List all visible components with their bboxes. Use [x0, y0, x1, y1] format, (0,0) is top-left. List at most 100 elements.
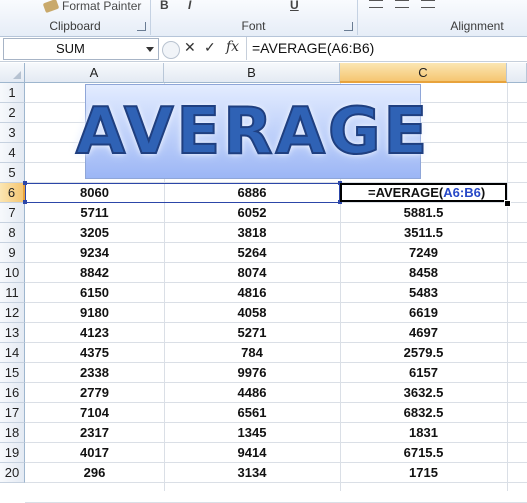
range-handle[interactable] — [23, 200, 27, 204]
cell-a14[interactable]: 4375 — [25, 343, 164, 363]
bold-button[interactable]: B — [160, 0, 169, 12]
clipboard-group-label: Clipboard — [49, 19, 101, 33]
cell-c15[interactable]: 6157 — [340, 363, 507, 383]
row-header-19[interactable]: 19 — [0, 443, 25, 463]
row-header-10[interactable]: 10 — [0, 263, 25, 283]
column-header-a[interactable]: A — [25, 63, 164, 83]
range-handle[interactable] — [23, 181, 27, 185]
name-box[interactable]: SUM — [3, 38, 159, 60]
cell-a10[interactable]: 8842 — [25, 263, 164, 283]
cancel-icon[interactable]: ✕ — [184, 39, 196, 56]
cell-b16[interactable]: 4486 — [164, 383, 340, 403]
row-header-11[interactable]: 11 — [0, 283, 25, 303]
column-header-d[interactable] — [507, 63, 527, 83]
align-left-icon[interactable] — [369, 0, 383, 8]
column-header-c[interactable]: C — [340, 63, 507, 83]
clipboard-dialog-launcher-icon[interactable] — [137, 22, 146, 31]
cell-a11[interactable]: 6150 — [25, 283, 164, 303]
cell-b13[interactable]: 5271 — [164, 323, 340, 343]
row-header-20[interactable]: 20 — [0, 463, 25, 483]
row-header-13[interactable]: 13 — [0, 323, 25, 343]
underline-button[interactable]: U — [290, 0, 299, 12]
wordart-banner[interactable]: AVERAGE — [75, 84, 428, 179]
row-header-17[interactable]: 17 — [0, 403, 25, 423]
alignment-group: Alignment — [357, 0, 527, 35]
select-all-button[interactable] — [0, 63, 25, 83]
formula-suffix: ) — [480, 185, 486, 200]
cell-c12[interactable]: 6619 — [340, 303, 507, 323]
italic-button[interactable]: I — [188, 0, 191, 12]
formula-bar-handle-icon[interactable] — [162, 41, 180, 59]
grid-line — [507, 83, 508, 491]
cell-c9[interactable]: 7249 — [340, 243, 507, 263]
cell-a8[interactable]: 3205 — [25, 223, 164, 243]
cell-c16[interactable]: 3632.5 — [340, 383, 507, 403]
cell-b12[interactable]: 4058 — [164, 303, 340, 323]
align-center-icon[interactable] — [395, 0, 409, 8]
cell-b18[interactable]: 1345 — [164, 423, 340, 443]
row-header-1[interactable]: 1 — [0, 83, 25, 103]
formula-range-highlight — [25, 183, 340, 203]
formula-range-ref: A6:B6 — [443, 185, 481, 200]
cell-b11[interactable]: 4816 — [164, 283, 340, 303]
cell-c11[interactable]: 5483 — [340, 283, 507, 303]
cell-b19[interactable]: 9414 — [164, 443, 340, 463]
cell-c14[interactable]: 2579.5 — [340, 343, 507, 363]
cell-b7[interactable]: 6052 — [164, 203, 340, 223]
fill-handle[interactable] — [504, 200, 511, 207]
cell-a15[interactable]: 2338 — [25, 363, 164, 383]
cell-b20[interactable]: 3134 — [164, 463, 340, 483]
cell-a19[interactable]: 4017 — [25, 443, 164, 463]
row-header-9[interactable]: 9 — [0, 243, 25, 263]
format-painter-button[interactable]: Format Painter — [42, 0, 141, 14]
cell-c7[interactable]: 5881.5 — [340, 203, 507, 223]
active-cell-formula[interactable]: =AVERAGE(A6:B6) — [368, 183, 485, 203]
cell-c18[interactable]: 1831 — [340, 423, 507, 443]
row-header-2[interactable]: 2 — [0, 103, 25, 123]
cell-c10[interactable]: 8458 — [340, 263, 507, 283]
clipboard-group: Format Painter Clipboard — [0, 0, 151, 35]
row-header-7[interactable]: 7 — [0, 203, 25, 223]
enter-icon[interactable]: ✓ — [204, 39, 216, 56]
cell-b17[interactable]: 6561 — [164, 403, 340, 423]
cell-c17[interactable]: 6832.5 — [340, 403, 507, 423]
row-header-3[interactable]: 3 — [0, 123, 25, 143]
cell-b8[interactable]: 3818 — [164, 223, 340, 243]
name-box-value: SUM — [56, 41, 85, 56]
alignment-group-label: Alignment — [450, 19, 504, 33]
cell-b15[interactable]: 9976 — [164, 363, 340, 383]
row-header-4[interactable]: 4 — [0, 143, 25, 163]
cell-a13[interactable]: 4123 — [25, 323, 164, 343]
chevron-down-icon[interactable] — [146, 47, 154, 52]
cell-a17[interactable]: 7104 — [25, 403, 164, 423]
row-header-16[interactable]: 16 — [0, 383, 25, 403]
cell-c19[interactable]: 6715.5 — [340, 443, 507, 463]
font-dialog-launcher-icon[interactable] — [344, 22, 353, 31]
insert-function-icon[interactable]: fx — [226, 39, 239, 55]
row-header-12[interactable]: 12 — [0, 303, 25, 323]
cell-b14[interactable]: 784 — [164, 343, 340, 363]
font-group-label: Font — [241, 19, 266, 33]
cell-a12[interactable]: 9180 — [25, 303, 164, 323]
formula-bar: SUM ✕ ✓ fx =AVERAGE(A6:B6) — [0, 37, 527, 62]
cell-b10[interactable]: 8074 — [164, 263, 340, 283]
row-header-18[interactable]: 18 — [0, 423, 25, 443]
cell-a9[interactable]: 9234 — [25, 243, 164, 263]
column-header-b[interactable]: B — [164, 63, 340, 83]
row-header-6[interactable]: 6 — [0, 183, 25, 203]
cell-a7[interactable]: 5711 — [25, 203, 164, 223]
cell-a18[interactable]: 2317 — [25, 423, 164, 443]
cell-b9[interactable]: 5264 — [164, 243, 340, 263]
cell-c13[interactable]: 4697 — [340, 323, 507, 343]
row-header-8[interactable]: 8 — [0, 223, 25, 243]
cell-c8[interactable]: 3511.5 — [340, 223, 507, 243]
row-header-15[interactable]: 15 — [0, 363, 25, 383]
row-header-5[interactable]: 5 — [0, 163, 25, 183]
cell-c20[interactable]: 1715 — [340, 463, 507, 483]
formula-input[interactable]: =AVERAGE(A6:B6) — [246, 37, 527, 60]
cell-a20[interactable]: 296 — [25, 463, 164, 483]
cell-a16[interactable]: 2779 — [25, 383, 164, 403]
align-right-icon[interactable] — [421, 0, 435, 8]
ribbon: Format Painter Clipboard B I U Font Alig… — [0, 0, 527, 37]
row-header-14[interactable]: 14 — [0, 343, 25, 363]
